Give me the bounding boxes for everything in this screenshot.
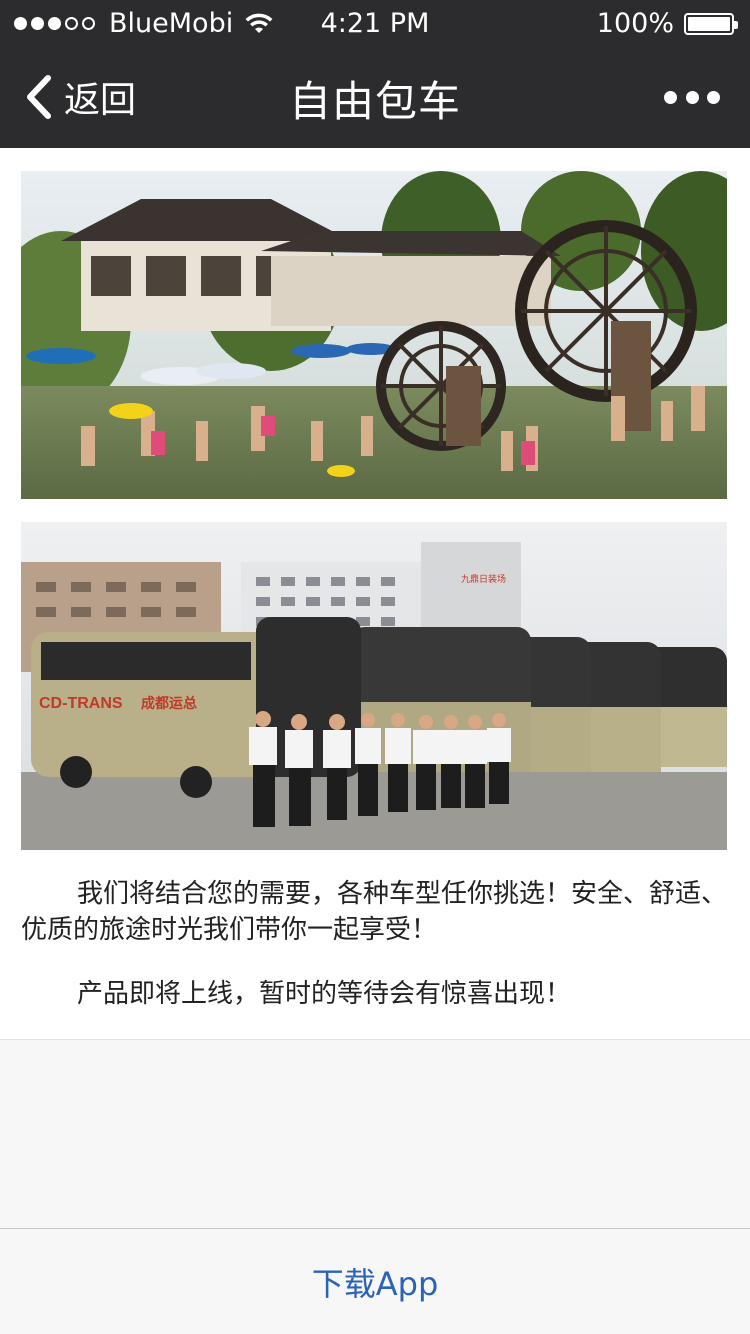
- more-dots-icon[interactable]: [664, 86, 720, 108]
- coming-soon-paragraph: 产品即将上线，暂时的等待会有惊喜出现！: [77, 979, 572, 1009]
- water-town-photo: [21, 171, 727, 499]
- bus-logo-text: CD-TRANS: [39, 695, 123, 712]
- battery-percent: 100%: [596, 8, 674, 39]
- bus-logo-text-cn: 成都运总: [141, 695, 197, 711]
- building-sign: 九鼎日装场: [461, 573, 506, 584]
- status-bar: BlueMobi 4:21 PM 100%: [0, 0, 750, 46]
- bottom-bar: 下载App: [0, 1228, 750, 1334]
- status-right: 100%: [596, 8, 738, 39]
- navigation-bar: 返回 自由包车: [0, 46, 750, 148]
- battery-icon: [684, 12, 738, 35]
- main-content: 九鼎日装场 CD-TRANS 成都运总 我们将结合您的需要，各种车型任你挑选！安…: [0, 148, 750, 1040]
- bus-fleet-photo: 九鼎日装场 CD-TRANS 成都运总: [21, 522, 727, 850]
- intro-paragraph: 我们将结合您的需要，各种车型任你挑选！安全、舒适、优质的旅途时光我们带你一起享受…: [21, 879, 728, 945]
- download-app-button[interactable]: 下载App: [0, 1229, 750, 1334]
- page-title: 自由包车: [288, 77, 461, 126]
